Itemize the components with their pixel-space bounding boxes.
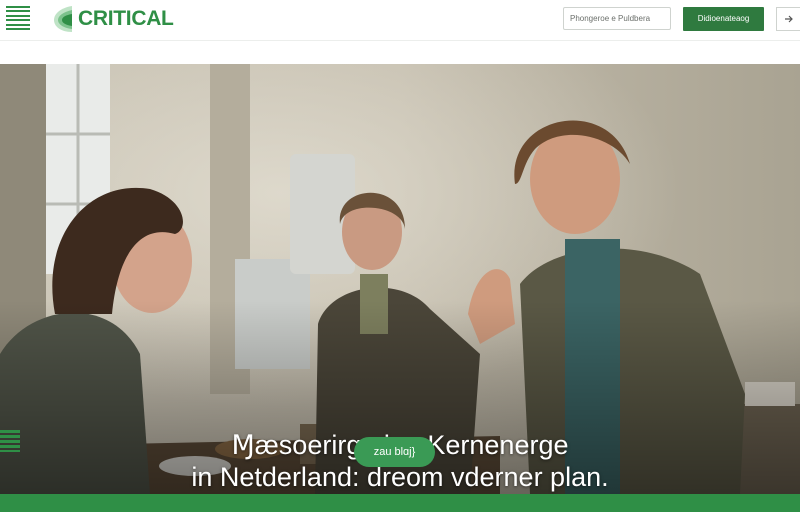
arrow-right-icon [785, 15, 793, 23]
list-icon [0, 430, 20, 452]
search-input[interactable]: Phongeroe e Puldbera [563, 7, 671, 30]
logo-text: CRITICAL [78, 7, 174, 30]
hero-banner: Ɱæsoerirge iŋe Kernenerge in Netderland:… [0, 64, 800, 494]
hero-pill-button[interactable]: zau blɑj} [354, 437, 435, 467]
hamburger-icon[interactable] [6, 6, 30, 30]
footer-bar [0, 494, 800, 512]
logo[interactable]: CRITICAL [52, 3, 174, 35]
arrow-right-button[interactable] [776, 7, 800, 31]
logo-leaf-icon [54, 6, 72, 32]
site-header: CRITICAL Phongeroe e Puldbera Didioenate… [0, 0, 800, 41]
cta-button[interactable]: Didioenateaog [683, 7, 764, 31]
